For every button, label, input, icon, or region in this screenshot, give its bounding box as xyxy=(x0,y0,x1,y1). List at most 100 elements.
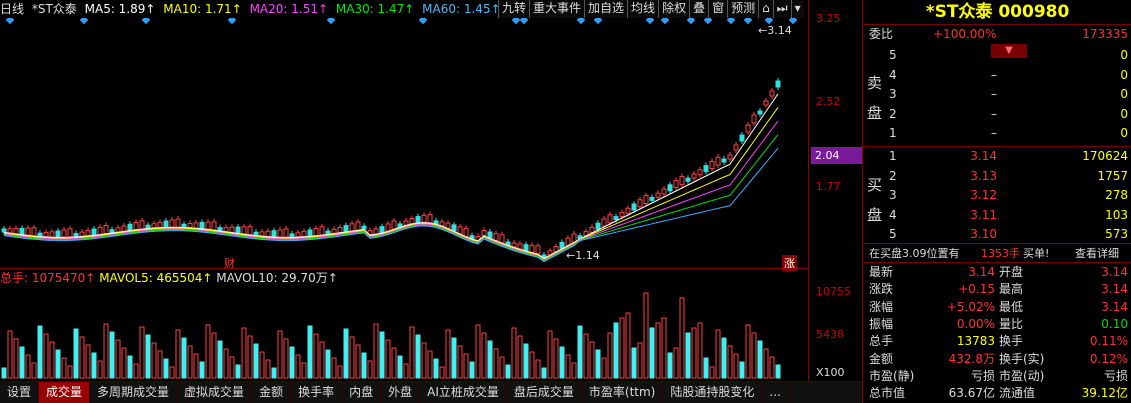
volume-chart[interactable] xyxy=(0,268,808,381)
buy-row[interactable]: 5 3.10 573 xyxy=(863,226,1131,243)
buy-row[interactable]: 4 3.11 103 xyxy=(863,207,1131,224)
buy-row[interactable]: 2 3.13 1757 xyxy=(863,168,1131,185)
quote-row: 振幅 0.00% 量比 0.10 xyxy=(869,316,1128,331)
sell-row[interactable]: 4–0 xyxy=(863,67,1131,84)
candle xyxy=(385,223,391,232)
tab-0[interactable]: 设置 xyxy=(0,382,40,403)
candle xyxy=(169,219,175,228)
candle xyxy=(493,232,499,241)
candle xyxy=(295,232,301,238)
tab-10[interactable]: 市盈率(ttm) xyxy=(582,382,664,403)
candle xyxy=(157,221,163,228)
candle xyxy=(109,229,115,234)
kline-chart[interactable] xyxy=(0,18,808,268)
volume-bar xyxy=(763,348,769,379)
toolbar-jiuzhuan[interactable]: 九转 xyxy=(498,0,530,18)
toolbar-overlay[interactable]: 叠 xyxy=(689,0,709,18)
buy-row[interactable]: 1 3.14 170624 xyxy=(863,148,1131,165)
candle xyxy=(151,223,157,229)
tab-8[interactable]: AI立桩成交量 xyxy=(420,382,507,403)
candle xyxy=(193,222,199,229)
volume-bar xyxy=(505,364,511,379)
candle xyxy=(523,244,529,252)
volume-bar xyxy=(331,357,337,379)
toolbar-exright[interactable]: 除权 xyxy=(658,0,690,18)
candle xyxy=(163,220,169,228)
quote-row: 涨幅 +5.02% 最低 3.14 xyxy=(869,299,1128,314)
volume-bar xyxy=(517,335,523,379)
volume-bar xyxy=(559,346,565,379)
ma10-label: MA10: 1.71↑ xyxy=(163,2,242,16)
volume-bar xyxy=(265,359,271,379)
candle xyxy=(499,234,505,244)
ma-line xyxy=(3,147,779,263)
candle xyxy=(181,223,187,228)
candle xyxy=(661,188,667,195)
sell-row[interactable]: 3–0 xyxy=(863,86,1131,103)
tab-4[interactable]: 金额 xyxy=(252,382,292,403)
volume-bar xyxy=(415,334,421,379)
volume-bar xyxy=(409,326,415,379)
tab-5[interactable]: 换手率 xyxy=(291,382,343,403)
buy-row[interactable]: 3 3.12 278 xyxy=(863,187,1131,204)
ma60-label: MA60: 1.45↑ xyxy=(422,2,501,16)
candle xyxy=(283,228,289,238)
volume-bar xyxy=(733,353,739,379)
volume-bar xyxy=(553,338,559,379)
tab-9[interactable]: 盘后成交量 xyxy=(507,382,582,403)
sell-row[interactable]: 1–0 xyxy=(863,125,1131,142)
toolbar-window[interactable]: 窗 xyxy=(708,0,728,18)
volume-bar xyxy=(541,367,547,379)
volume-bar xyxy=(7,330,13,379)
candle xyxy=(607,214,613,224)
volume-bar xyxy=(241,327,247,379)
volume-bar xyxy=(319,341,325,379)
toolbar-add-watchlist[interactable]: 加自选 xyxy=(584,0,628,18)
menu-icon[interactable]: ▾ xyxy=(790,0,804,18)
tab-11[interactable]: 陆股通持股变化 xyxy=(663,382,763,403)
volume-bar xyxy=(619,317,625,379)
view-detail-link[interactable]: 查看详细 xyxy=(1075,245,1119,262)
volume-bar xyxy=(91,352,97,379)
tab-1[interactable]: 成交量 xyxy=(39,382,91,403)
tab-7[interactable]: 外盘 xyxy=(381,382,421,403)
high-annotation: ←3.14 xyxy=(758,24,792,37)
weibi-value: +100.00% xyxy=(933,27,997,41)
ma-line xyxy=(3,107,779,260)
toolbar-events[interactable]: 重大事件 xyxy=(529,0,585,18)
tab-6[interactable]: 内盘 xyxy=(342,382,382,403)
ma5-label: MA5: 1.89↑ xyxy=(84,2,156,16)
toolbar-ma[interactable]: 均线 xyxy=(627,0,659,18)
volume-bar xyxy=(601,357,607,379)
next-icon[interactable]: ⏭ xyxy=(772,0,791,18)
lock-icon[interactable]: ⌂ xyxy=(758,0,773,18)
volume-bar xyxy=(775,364,781,379)
sell-row[interactable]: 50 xyxy=(863,47,1131,64)
volume-bar xyxy=(469,361,475,379)
candle xyxy=(679,175,685,185)
volume-bar xyxy=(337,365,343,379)
event-marker-icon xyxy=(519,18,529,25)
volume-bar xyxy=(97,360,103,379)
volume-bar xyxy=(61,357,67,379)
candle xyxy=(691,173,697,179)
candle xyxy=(379,226,385,234)
volume-bar xyxy=(403,363,409,379)
volume-bar xyxy=(751,332,757,379)
volume-bar xyxy=(211,332,217,379)
volume-bar xyxy=(739,361,745,379)
candle xyxy=(625,207,631,214)
volume-bar xyxy=(697,322,703,379)
toolbar-forecast[interactable]: 预测 xyxy=(727,0,759,18)
current-price-marker: 2.04 xyxy=(811,147,862,164)
event-marker-icon xyxy=(576,18,586,25)
sell-row[interactable]: 2–0 xyxy=(863,106,1131,123)
tab-3[interactable]: 虚拟成交量 xyxy=(177,382,253,403)
tab-12[interactable]: ... xyxy=(762,382,789,403)
quote-row: 总市值 63.67亿 流通值 39.12亿 xyxy=(869,386,1128,401)
volume-bar xyxy=(463,353,469,379)
quote-row: 市盈(静) 亏损 市盈(动) 亏损 xyxy=(869,368,1128,383)
volume-bar xyxy=(631,347,637,379)
tab-2[interactable]: 多周期成交量 xyxy=(90,382,178,403)
candle xyxy=(589,226,595,233)
